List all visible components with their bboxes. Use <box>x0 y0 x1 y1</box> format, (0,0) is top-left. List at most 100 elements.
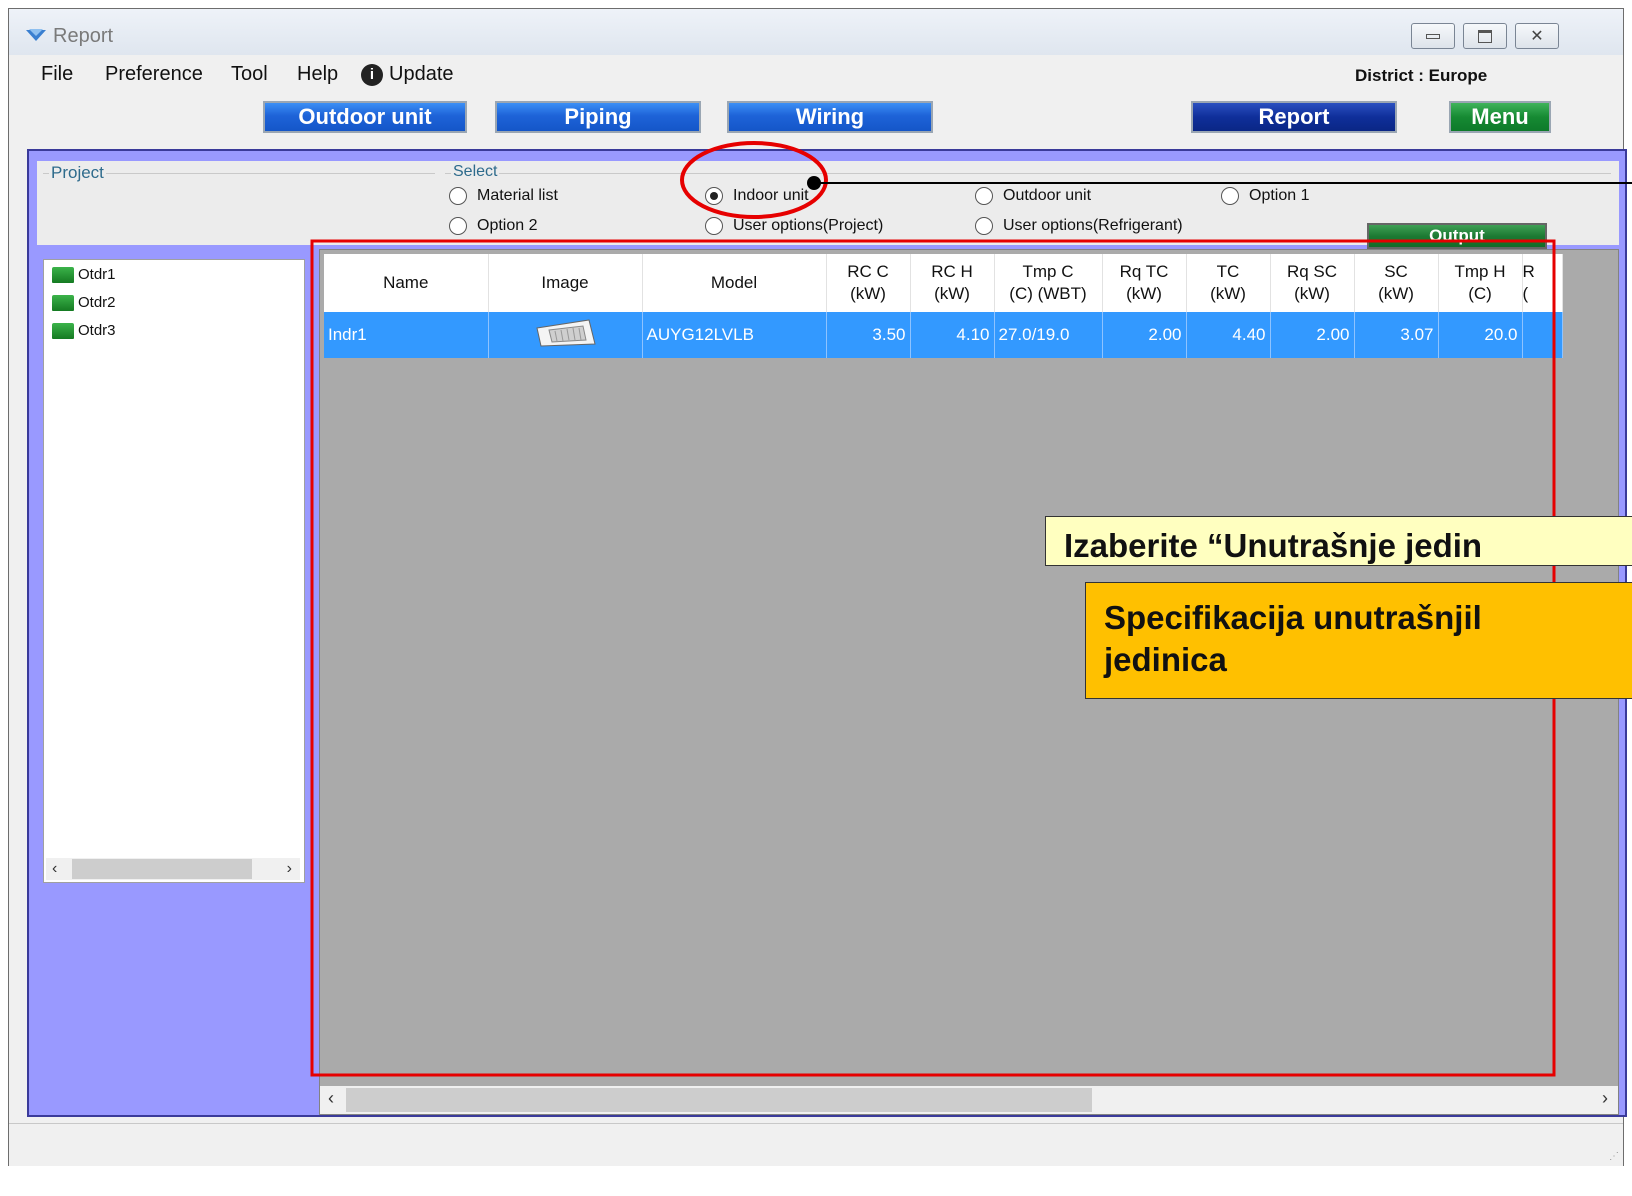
menu-update[interactable]: i Update <box>361 63 454 86</box>
cell-rc-h: 4.10 <box>910 312 995 358</box>
cell-image <box>488 312 643 358</box>
column-header[interactable]: Rq SC (kW) <box>1270 254 1355 312</box>
tree-item-otdr3[interactable]: Otdr3 <box>52 322 116 339</box>
radio-user-options-project[interactable]: User options(Project) <box>705 217 883 235</box>
table-row[interactable]: Indr1 AUYG12LVLB 3.50 4.10 27.0/19.0 2.0… <box>324 312 1563 358</box>
cell-rq-tc: 2.00 <box>1102 312 1187 358</box>
cell-model: AUYG12LVLB <box>642 312 827 358</box>
cell-truncated <box>1522 312 1563 358</box>
column-header[interactable]: R( <box>1522 254 1563 312</box>
radio-material-list-label: Material list <box>477 187 558 204</box>
maximize-icon <box>1478 29 1492 43</box>
cell-tmp-c: 27.0/19.0 <box>994 312 1103 358</box>
outdoor-unit-button[interactable]: Outdoor unit <box>263 101 467 133</box>
minimize-button[interactable] <box>1411 23 1455 49</box>
output-button[interactable]: Output <box>1367 223 1547 249</box>
status-bar: ⋰ <box>9 1123 1623 1166</box>
column-header[interactable]: RC H (kW) <box>910 254 995 312</box>
column-header[interactable]: Image <box>488 254 643 312</box>
menu-update-label: Update <box>389 63 454 85</box>
radio-user-options-refrigerant[interactable]: User options(Refrigerant) <box>975 217 1183 235</box>
radio-circle <box>975 217 993 235</box>
grid-horizontal-scrollbar[interactable]: ‹ › <box>320 1086 1618 1114</box>
radio-circle <box>705 217 723 235</box>
folder-icon <box>52 322 74 339</box>
scroll-right-icon[interactable]: › <box>1602 1088 1608 1109</box>
cell-rc-c: 3.50 <box>826 312 911 358</box>
radio-outdoor-unit[interactable]: Outdoor unit <box>975 187 1091 205</box>
callout-indoor-spec: Specifikacija unutrašnjil jedinica <box>1085 582 1632 699</box>
menu-bar: File Preference Tool Help i Update Distr… <box>9 57 1623 93</box>
tree-item-label: Otdr2 <box>78 294 116 311</box>
outdoor-unit-tree: Otdr1 Otdr2 Otdr3 ‹ › <box>43 259 305 883</box>
radio-user-options-project-label: User options(Project) <box>733 217 884 234</box>
minimize-icon <box>1426 33 1440 39</box>
tree-horizontal-scrollbar[interactable]: ‹ › <box>46 858 300 880</box>
column-header[interactable]: Model <box>642 254 827 312</box>
column-header[interactable]: Rq TC (kW) <box>1102 254 1187 312</box>
cell-sc: 3.07 <box>1354 312 1439 358</box>
report-button[interactable]: Report <box>1191 101 1397 133</box>
radio-indoor-unit-label: Indoor unit <box>733 187 809 204</box>
folder-icon <box>52 266 74 283</box>
info-icon: i <box>361 63 383 86</box>
scroll-left-icon[interactable]: ‹ <box>328 1088 334 1109</box>
menu-file[interactable]: File <box>41 63 73 86</box>
app-icon <box>25 27 47 48</box>
piping-button[interactable]: Piping <box>495 101 701 133</box>
radio-option-1[interactable]: Option 1 <box>1221 187 1309 205</box>
column-header[interactable]: TC (kW) <box>1186 254 1271 312</box>
scrollbar-thumb[interactable] <box>72 859 252 879</box>
callout-spec-line1: Specifikacija unutrašnjil <box>1104 599 1482 636</box>
close-icon: ✕ <box>1530 28 1544 45</box>
wiring-button[interactable]: Wiring <box>727 101 933 133</box>
column-header[interactable]: RC C (kW) <box>826 254 911 312</box>
cell-rq-sc: 2.00 <box>1270 312 1355 358</box>
callout-select-indoor: Izaberite “Unutrašnje jedin <box>1045 516 1632 566</box>
radio-indoor-unit[interactable]: Indoor unit <box>705 187 809 205</box>
radio-option-1-label: Option 1 <box>1249 187 1310 204</box>
radio-circle <box>449 217 467 235</box>
title-bar: Report ✕ <box>9 9 1623 55</box>
maximize-button[interactable] <box>1463 23 1507 49</box>
radio-circle <box>1221 187 1239 205</box>
cell-name: Indr1 <box>324 312 489 358</box>
column-header[interactable]: Name <box>324 254 489 312</box>
cassette-unit-icon <box>536 318 596 347</box>
menu-tool[interactable]: Tool <box>231 63 268 86</box>
scrollbar-thumb[interactable] <box>346 1088 1092 1112</box>
tree-item-label: Otdr1 <box>78 266 116 283</box>
cell-tc: 4.40 <box>1186 312 1271 358</box>
window-title: Report <box>53 25 114 47</box>
callout-spec-line2: jedinica <box>1104 641 1227 678</box>
radio-option-2-label: Option 2 <box>477 217 538 234</box>
district-label: District : Europe <box>1355 66 1488 85</box>
radio-circle-selected <box>705 187 723 205</box>
tree-item-label: Otdr3 <box>78 322 116 339</box>
menu-button[interactable]: Menu <box>1449 101 1551 133</box>
select-label: Select <box>451 163 500 181</box>
radio-material-list[interactable]: Material list <box>449 187 558 205</box>
tree-item-otdr2[interactable]: Otdr2 <box>52 294 116 311</box>
radio-user-options-refrigerant-label: User options(Refrigerant) <box>1003 217 1183 234</box>
menu-help[interactable]: Help <box>297 63 338 86</box>
radio-outdoor-unit-label: Outdoor unit <box>1003 187 1092 204</box>
scroll-left-icon[interactable]: ‹ <box>52 860 57 878</box>
resize-grip-icon[interactable]: ⋰ <box>1609 1151 1619 1162</box>
tree-item-otdr1[interactable]: Otdr1 <box>52 266 116 283</box>
column-header[interactable]: SC (kW) <box>1354 254 1439 312</box>
radio-option-2[interactable]: Option 2 <box>449 217 537 235</box>
selection-panel: Project Select Material list Option 2 In… <box>37 161 1619 249</box>
scroll-right-icon[interactable]: › <box>287 860 292 878</box>
indoor-unit-table: Name Image Model RC C (kW) RC H (kW) Tmp C… <box>324 254 1563 358</box>
folder-icon <box>52 294 74 311</box>
column-header[interactable]: Tmp H (C) <box>1438 254 1523 312</box>
table-header-row: Name Image Model RC C (kW) RC H (kW) Tmp C… <box>324 254 1563 312</box>
project-label: Project <box>49 163 106 183</box>
close-button[interactable]: ✕ <box>1515 23 1559 49</box>
menu-preference[interactable]: Preference <box>105 63 203 86</box>
radio-circle <box>449 187 467 205</box>
column-header[interactable]: Tmp C (C) (WBT) <box>994 254 1103 312</box>
select-group-border <box>445 173 1611 174</box>
radio-circle <box>975 187 993 205</box>
